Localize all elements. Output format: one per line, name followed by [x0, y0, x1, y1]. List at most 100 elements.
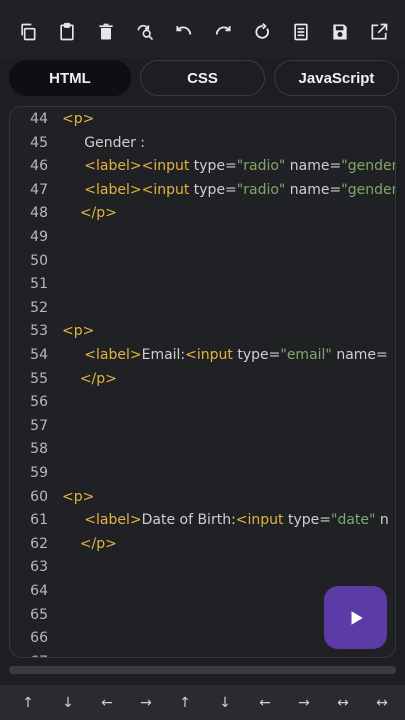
line-number: 57: [30, 417, 48, 434]
code-token: Date of Birth:: [141, 512, 236, 529]
save-button[interactable]: [327, 19, 353, 45]
line-code: <p>: [62, 107, 94, 131]
code-token: <label><input: [84, 158, 190, 175]
tab-css[interactable]: CSS: [140, 60, 265, 96]
undo-icon: [176, 26, 192, 35]
arrow-key[interactable]: →: [134, 695, 158, 711]
arrow-key[interactable]: ↔: [370, 695, 394, 711]
redo-button[interactable]: [210, 19, 236, 45]
code-line[interactable]: 46 <label><input type="radio" name="gend…: [10, 154, 395, 178]
tab-html[interactable]: HTML: [9, 60, 131, 96]
line-code: <label>Date of Birth:<input type="date" …: [62, 508, 389, 532]
code-token: type=: [232, 347, 281, 363]
play-icon: [351, 610, 363, 625]
code-line[interactable]: 50: [10, 249, 395, 273]
code-line[interactable]: 45 Gender :: [10, 131, 395, 155]
code-editor[interactable]: 44 <p> 45 Gender :46 <label><input type="r…: [9, 106, 396, 658]
line-code: <label><input type="radio" name="gender: [62, 154, 395, 178]
delete-button[interactable]: [93, 19, 119, 45]
open-external-button[interactable]: [366, 19, 392, 45]
arrow-key[interactable]: ↓: [56, 695, 80, 711]
line-number: 56: [30, 394, 48, 411]
code-line[interactable]: 60 <p>: [10, 485, 395, 509]
refresh-button[interactable]: [249, 19, 275, 45]
code-line[interactable]: 63: [10, 555, 395, 579]
code-line[interactable]: 52: [10, 296, 395, 320]
code-line[interactable]: 59: [10, 461, 395, 485]
code-line[interactable]: 47 <label><input type="radio" name="gend…: [10, 178, 395, 202]
code-line[interactable]: 57: [10, 414, 395, 438]
code-line[interactable]: 54 <label>Email:<input type="email" name…: [10, 343, 395, 367]
line-number: 67: [10, 650, 48, 657]
code-token: Gender :: [62, 134, 146, 151]
code-line[interactable]: 61 <label>Date of Birth:<input type="dat…: [10, 508, 395, 532]
tab-javascript[interactable]: JavaScript: [274, 60, 399, 96]
line-code: </p>: [62, 201, 117, 225]
clipboard-icon: [60, 22, 74, 41]
line-number: 66: [30, 630, 48, 647]
code-token: <label>: [84, 347, 142, 363]
line-number: 65: [30, 606, 48, 623]
code-token: name=: [285, 158, 342, 175]
arrow-key[interactable]: ↓: [213, 695, 237, 711]
line-number: 49: [30, 229, 48, 245]
arrow-key[interactable]: ↑: [16, 695, 40, 711]
line-number: 46: [30, 158, 48, 175]
undo-button[interactable]: [171, 19, 197, 45]
language-tabs: HTML CSS JavaScript: [0, 58, 405, 100]
code-line[interactable]: 48 </p>: [10, 201, 395, 225]
find-replace-button[interactable]: [132, 19, 158, 45]
paste-button[interactable]: [54, 19, 80, 45]
redo-icon: [215, 26, 231, 35]
line-code: </p>: [62, 532, 117, 556]
line-code: <label><input type="radio" name="gender: [62, 178, 395, 202]
copy-button[interactable]: [15, 19, 41, 45]
arrow-key[interactable]: ←: [95, 695, 119, 711]
code-token: "date": [331, 512, 376, 529]
code-token: type=: [189, 181, 237, 198]
code-line[interactable]: 53 <p>: [10, 319, 395, 343]
arrow-key[interactable]: ←: [253, 695, 277, 711]
code-line[interactable]: 55 </p>: [10, 367, 395, 391]
code-line[interactable]: 44 <p>: [10, 107, 395, 131]
copy-icon: [21, 23, 36, 41]
code-line[interactable]: 51: [10, 272, 395, 296]
line-code: <label>Email:<input type="email" name=: [62, 343, 388, 367]
code-line[interactable]: 49: [10, 225, 395, 249]
open-external-icon: [371, 23, 388, 40]
code-token: </p>: [79, 205, 117, 222]
arrow-key[interactable]: ↔: [331, 695, 355, 711]
code-token: <p>: [62, 654, 94, 657]
notes-button[interactable]: [288, 19, 314, 45]
scrollbar-thumb[interactable]: [9, 666, 396, 674]
trash-icon: [99, 23, 113, 40]
code-token: name=: [331, 347, 388, 363]
arrow-key[interactable]: →: [292, 695, 316, 711]
line-number: 51: [30, 276, 48, 293]
code-token: "radio": [236, 158, 286, 175]
save-icon: [333, 24, 347, 40]
line-number: 44: [30, 111, 48, 127]
extra-keys-bar: ↑ ↓ ← → ↑ ↓ ← → ↔ ↔: [0, 685, 405, 720]
line-number: 52: [30, 299, 48, 316]
line-number: 60: [30, 488, 48, 505]
find-replace-icon: [137, 24, 154, 41]
arrow-key[interactable]: ↑: [173, 695, 197, 711]
code-line[interactable]: 56: [10, 390, 395, 414]
line-number: 63: [30, 559, 48, 576]
horizontal-scrollbar[interactable]: [9, 666, 396, 674]
line-number: 54: [30, 347, 48, 363]
code-line[interactable]: 67 <p>: [10, 650, 395, 657]
code-line[interactable]: 58: [10, 437, 395, 461]
code-token: <input: [235, 512, 284, 529]
code-line[interactable]: 62 </p>: [10, 532, 395, 556]
line-number: 48: [30, 205, 48, 222]
code-token: <label><input: [84, 181, 190, 198]
code-token: Email:: [141, 347, 186, 363]
run-button[interactable]: [324, 586, 387, 649]
